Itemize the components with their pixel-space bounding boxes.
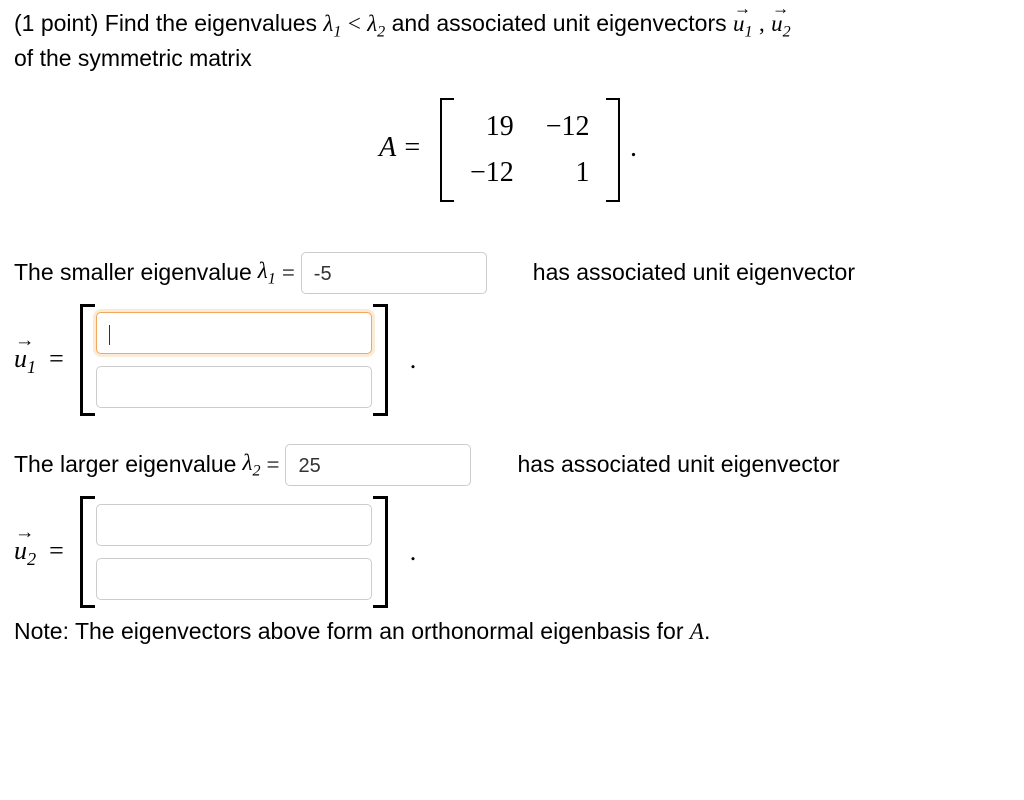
u1-top-input[interactable] (96, 312, 372, 354)
u1-bot-input[interactable] (96, 366, 372, 408)
problem-prompt: (1 point) Find the eigenvalues λ1 < λ2 a… (14, 8, 1010, 74)
lambda1-symbol: λ1 (258, 255, 276, 290)
u1-bracket (78, 304, 390, 416)
lambda2: λ2 (367, 11, 385, 36)
u1-period: . (410, 342, 417, 377)
lambda2-line: The larger eigenvalue λ2 = 25 has associ… (14, 444, 1010, 486)
comma: , (759, 11, 765, 36)
lambda2-eq: = (267, 449, 280, 480)
u2-bot-input[interactable] (96, 558, 372, 600)
lambda1: λ1 (323, 11, 341, 36)
matrix-lhs: A = (379, 132, 422, 163)
a11: 19 (454, 104, 530, 150)
u2-top-input[interactable] (96, 504, 372, 546)
u2-label: u2 = (14, 533, 64, 572)
lambda1-label-post: has associated unit eigenvector (533, 257, 855, 288)
u1-symbol: u1 (733, 8, 753, 43)
lambda2-label-post: has associated unit eigenvector (517, 449, 839, 480)
matrix-period: . (630, 132, 637, 163)
lambda1-eq: = (282, 257, 295, 288)
lambda2-label-pre: The larger eigenvalue (14, 449, 236, 480)
matrix-equation: A = 19 −12 −12 1 . (14, 98, 1010, 202)
note-text: Note: The eigenvectors above form an ort… (14, 616, 1010, 647)
u2-symbol: u2 (771, 8, 791, 43)
a21: −12 (454, 150, 530, 196)
note-A: A (690, 619, 704, 644)
lambda1-input[interactable]: -5 (301, 252, 487, 294)
prompt-post: of the symmetric matrix (14, 45, 252, 71)
lambda2-symbol: λ2 (242, 447, 260, 482)
points-label: (1 point) (14, 10, 98, 36)
lambda2-input[interactable]: 25 (285, 444, 471, 486)
lt-sign: < (348, 11, 361, 36)
u2-bracket (78, 496, 390, 608)
matrix-A: 19 −12 −12 1 (436, 98, 624, 202)
prompt-pre: Find the eigenvalues (105, 10, 317, 36)
u2-vector: u2 = . (14, 496, 1010, 608)
u1-vector: u1 = . (14, 304, 1010, 416)
u2-period: . (410, 534, 417, 569)
a12: −12 (530, 104, 606, 150)
u1-label: u1 = (14, 341, 64, 380)
lambda1-label-pre: The smaller eigenvalue (14, 257, 252, 288)
lambda1-line: The smaller eigenvalue λ1 = -5 has assoc… (14, 252, 1010, 294)
prompt-mid: and associated unit eigenvectors (392, 10, 727, 36)
a22: 1 (530, 150, 606, 196)
